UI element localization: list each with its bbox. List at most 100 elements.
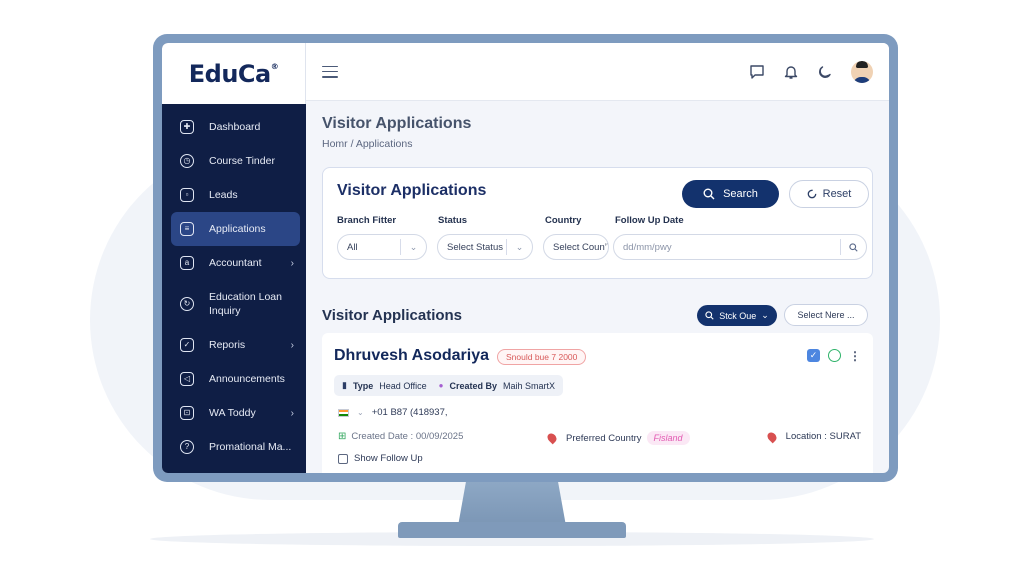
sidebar: EduCa® ✚ Dashboard ◷ Course Tinder ▫ Lea… xyxy=(162,43,306,473)
sidebar-item-dashboard[interactable]: ✚ Dashboard xyxy=(171,110,300,144)
sidebar-nav: ✚ Dashboard ◷ Course Tinder ▫ Leads ≡ Ap… xyxy=(162,104,306,464)
applications-icon: ≡ xyxy=(180,222,194,236)
whatsapp-icon[interactable] xyxy=(828,349,841,362)
monitor-bezel: EduCa® ✚ Dashboard ◷ Course Tinder ▫ Lea… xyxy=(153,34,898,482)
location-text: Location : SURAT xyxy=(785,431,861,442)
logo-box[interactable]: EduCa® xyxy=(162,43,306,104)
status-badge: Snould bue 7 2000 xyxy=(497,349,587,365)
topbar xyxy=(306,43,889,101)
filter-card-title: Visitor Applications xyxy=(337,182,487,199)
branch-filter-value: All xyxy=(347,241,358,253)
chevron-down-icon: ⌄ xyxy=(761,310,769,320)
wa-icon: ⊡ xyxy=(180,406,194,420)
search-button-label: Search xyxy=(723,188,758,200)
search-icon xyxy=(703,188,715,200)
bell-icon[interactable] xyxy=(783,64,799,80)
sidebar-item-label: Promational Ma... xyxy=(209,441,292,453)
sidebar-item-leads[interactable]: ▫ Leads xyxy=(171,178,300,212)
type-label: Type xyxy=(352,380,374,391)
sidebar-item-education-loan[interactable]: ↻ Education Loan Inquiry xyxy=(171,280,300,328)
stage: EduCa® ✚ Dashboard ◷ Course Tinder ▫ Lea… xyxy=(0,0,1024,576)
filter-card: Visitor Applications Search Reset Branch… xyxy=(322,167,873,279)
stck-label: Stck Oue xyxy=(719,310,757,321)
chevron-down-icon[interactable]: ⌄ xyxy=(357,408,364,417)
sidebar-item-label: Dashboard xyxy=(209,121,261,133)
sidebar-item-applications[interactable]: ≡ Applications xyxy=(171,212,300,246)
calendar-icon: ⊞ xyxy=(338,431,347,442)
country-select[interactable]: Select Coun’) xyxy=(543,234,609,260)
sidebar-item-label: WA Toddy xyxy=(209,407,256,419)
monitor-stand-neck xyxy=(458,478,566,526)
show-follow-up-checkbox[interactable] xyxy=(338,453,348,464)
sidebar-item-reports[interactable]: ✓ Reporis › xyxy=(171,328,300,362)
chevron-right-icon: › xyxy=(290,257,294,269)
type-row: ▮ Type Head Office ● Created By Maih Sma… xyxy=(334,375,564,396)
preferred-country-tag: Fisland xyxy=(646,431,690,445)
user-icon: ● xyxy=(438,381,444,390)
info-row: ⊞ Created Date : 00/09/2025 Preferred Co… xyxy=(338,430,861,445)
page-title: Visitor Applications xyxy=(322,115,472,132)
hamburger-menu-icon[interactable] xyxy=(322,65,338,78)
sidebar-item-promotional[interactable]: ? Promational Ma... xyxy=(171,430,300,464)
moon-icon[interactable] xyxy=(817,64,833,80)
follow-up-date-input[interactable]: dd/mm/pwy xyxy=(613,234,867,260)
search-button[interactable]: Search xyxy=(682,180,779,208)
avatar[interactable] xyxy=(851,60,873,83)
country-value: Select Coun’) xyxy=(553,241,609,253)
sidebar-item-label: Announcements xyxy=(209,373,285,385)
preferred-country-label: Preferred Country xyxy=(566,432,642,444)
accountant-icon: a xyxy=(180,256,194,270)
phone-number: +01 B87 (418937, xyxy=(371,407,448,418)
breadcrumb: Homr / Applications xyxy=(322,138,413,150)
created-by-label: Created By xyxy=(449,380,498,391)
megaphone-icon: ◁ xyxy=(180,372,194,386)
location: Location : SURAT xyxy=(765,430,861,443)
dashboard-icon: ✚ xyxy=(180,120,194,134)
created-by-value: Maih SmartX xyxy=(503,380,556,391)
sidebar-item-label: Applications xyxy=(209,223,266,235)
sidebar-item-accountant[interactable]: a Accountant › xyxy=(171,246,300,280)
status-value: Select Status xyxy=(447,241,503,253)
sidebar-item-announcements[interactable]: ◁ Announcements xyxy=(171,362,300,396)
type-value: Head Office xyxy=(379,380,427,391)
more-options-icon[interactable]: ⋮ xyxy=(849,350,861,362)
sidebar-item-course-tinder[interactable]: ◷ Course Tinder xyxy=(171,144,300,178)
topbar-icons xyxy=(749,60,873,83)
status-label: Status xyxy=(438,215,468,226)
search-icon[interactable] xyxy=(840,239,866,255)
applicant-name[interactable]: Dhruvesh Asodariya xyxy=(334,347,489,365)
branch-filter-select[interactable]: All ⌄ xyxy=(337,234,427,260)
reports-icon: ✓ xyxy=(180,338,194,352)
created-date: ⊞ Created Date : 00/09/2025 xyxy=(338,431,463,442)
follow-up-date-placeholder: dd/mm/pwy xyxy=(623,241,672,253)
sidebar-item-wa-toddy[interactable]: ⊡ WA Toddy › xyxy=(171,396,300,430)
reset-button[interactable]: Reset xyxy=(789,180,869,208)
status-select[interactable]: Select Status ⌄ xyxy=(437,234,533,260)
show-follow-up[interactable]: Show Follow Up xyxy=(338,453,423,464)
logo: EduCa® xyxy=(188,59,279,88)
application-card[interactable]: Dhruvesh Asodariya Snould bue 7 2000 ✓ ⋮… xyxy=(322,333,873,473)
check-icon[interactable]: ✓ xyxy=(807,349,820,362)
list-title: Visitor Applications xyxy=(322,306,463,324)
main-area: Visitor Applications Homr / Applications… xyxy=(306,43,889,473)
promotion-icon: ? xyxy=(180,440,194,454)
reset-icon xyxy=(807,189,816,199)
country-label: Country xyxy=(545,215,582,226)
sidebar-item-label: Leads xyxy=(209,189,238,201)
leads-icon: ▫ xyxy=(180,188,194,202)
sidebar-item-label: Accountant xyxy=(209,257,262,269)
loan-icon: ↻ xyxy=(180,297,194,311)
show-follow-up-label: Show Follow Up xyxy=(354,453,423,464)
search-icon xyxy=(705,311,714,320)
clock-icon: ◷ xyxy=(180,154,194,168)
chevron-right-icon: › xyxy=(290,407,294,419)
chat-icon[interactable] xyxy=(749,64,765,80)
select-dropdown-button[interactable]: Select Nere ... xyxy=(784,304,868,326)
monitor-stand-base xyxy=(398,522,626,538)
reset-button-label: Reset xyxy=(822,188,852,200)
follow-up-date-label: Follow Up Date xyxy=(615,215,684,226)
stck-dropdown-button[interactable]: Stck Oue ⌄ xyxy=(697,305,777,326)
chevron-right-icon: › xyxy=(290,339,294,351)
select-label: Select Nere ... xyxy=(797,310,855,320)
flag-icon[interactable] xyxy=(338,408,349,417)
